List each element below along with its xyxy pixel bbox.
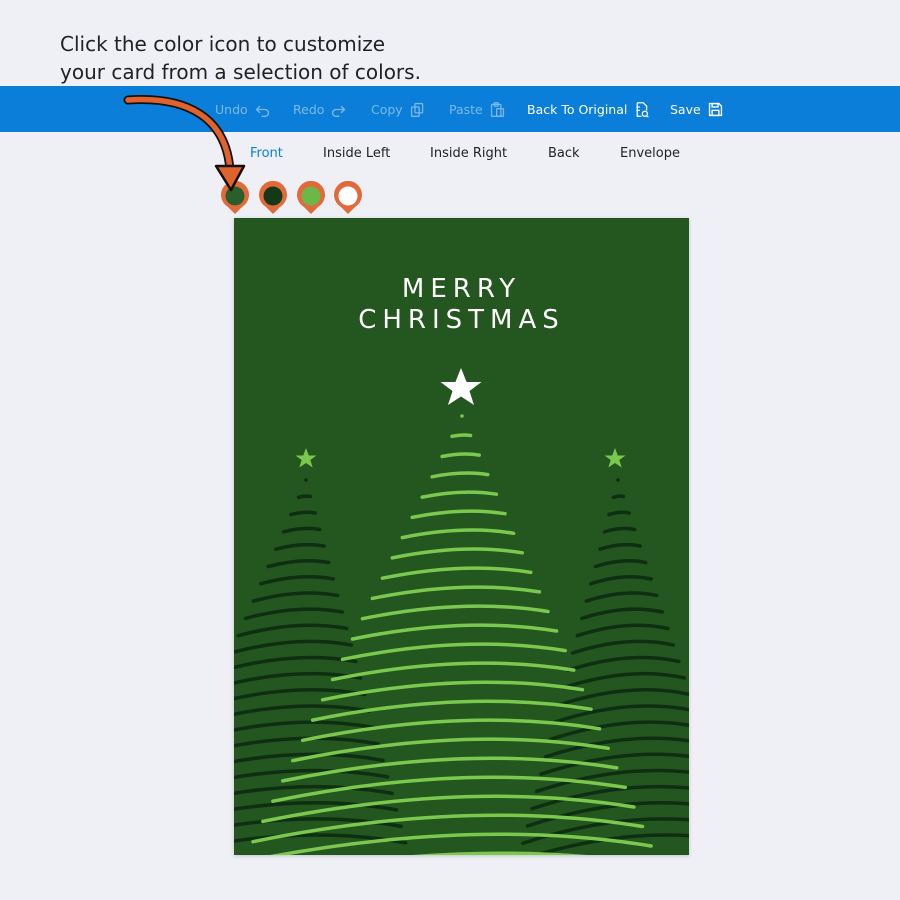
card-preview[interactable]: MERRY CHRISTMAS	[234, 218, 689, 855]
color-pin-icon	[297, 181, 325, 214]
instruction-text: Click the color icon to customize your c…	[60, 30, 520, 86]
color-swatch-dark-green[interactable]	[257, 181, 289, 215]
undo-label: Undo	[215, 101, 248, 117]
editor-toolbar: Undo Redo Copy Paste Back To Original Sa…	[0, 86, 900, 132]
restore-document-icon	[636, 101, 650, 118]
copy-icon	[410, 102, 423, 117]
back-to-original-label: Back To Original	[527, 101, 628, 117]
tab-inside-right[interactable]: Inside Right	[430, 146, 507, 161]
tab-inside-left[interactable]: Inside Left	[323, 146, 390, 161]
undo-icon	[255, 105, 269, 117]
tree-stripe	[296, 494, 313, 500]
tab-envelope[interactable]: Envelope	[620, 146, 680, 161]
redo-button[interactable]: Redo	[293, 86, 347, 132]
card-greeting-line-1: MERRY	[401, 274, 522, 304]
save-button[interactable]: Save	[670, 86, 724, 132]
tab-back[interactable]: Back	[548, 146, 580, 161]
instruction-line-2: your card from a selection of colors.	[60, 60, 421, 84]
redo-icon	[332, 105, 346, 117]
tab-front[interactable]: Front	[250, 146, 283, 161]
color-pin-icon	[221, 181, 249, 214]
redo-label: Redo	[293, 101, 325, 117]
color-swatch-light-green[interactable]	[295, 181, 327, 215]
tree-stripe	[611, 494, 626, 500]
paste-label: Paste	[449, 101, 483, 117]
card-greeting-line-2: CHRISTMAS	[358, 305, 565, 335]
tree-stripe	[450, 433, 473, 439]
copy-label: Copy	[371, 101, 403, 117]
paste-icon	[490, 101, 504, 117]
save-icon	[708, 102, 722, 116]
undo-button[interactable]: Undo	[215, 86, 271, 132]
color-pin-icon	[259, 181, 287, 214]
instruction-line-1: Click the color icon to customize	[60, 32, 386, 56]
card-side-tabs: Front Inside Left Inside Right Back Enve…	[0, 146, 900, 168]
color-pin-icon	[334, 181, 362, 214]
color-swatch-green[interactable]	[219, 181, 251, 215]
back-to-original-button[interactable]: Back To Original	[527, 86, 650, 132]
paste-button[interactable]: Paste	[449, 86, 506, 132]
save-label: Save	[670, 101, 701, 117]
color-swatch-white[interactable]	[332, 181, 364, 215]
copy-button[interactable]: Copy	[371, 86, 426, 132]
